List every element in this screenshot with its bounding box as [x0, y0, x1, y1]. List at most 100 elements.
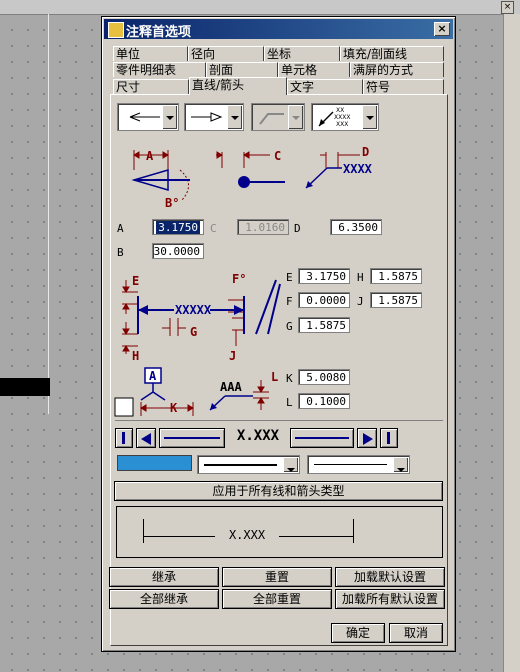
field-k-label: K [286, 372, 293, 385]
preview-extension-right [353, 519, 354, 543]
chevron-down-icon[interactable] [162, 105, 177, 129]
solid-line-icon [204, 464, 277, 466]
tab-radial[interactable]: 径向 [188, 46, 264, 61]
field-g-label: G [286, 320, 293, 333]
diagram-label-l: L [271, 370, 279, 384]
field-h-label: H [357, 271, 364, 284]
diagram-label-c: C [274, 149, 282, 163]
preview-box: X.XXX [116, 506, 443, 558]
field-l-label: L [286, 396, 293, 409]
diagram-label-d: D [362, 145, 370, 159]
line-icon [295, 437, 349, 439]
tab-text[interactable]: 文字 [287, 79, 363, 94]
app-icon [108, 22, 124, 38]
svg-text:XXXX: XXXX [334, 114, 350, 121]
tab-section[interactable]: 剖面 [206, 62, 278, 77]
background-top-strip [0, 0, 520, 15]
ok-button[interactable]: 确定 [331, 623, 385, 643]
field-e-input[interactable]: 3.1750 [298, 268, 350, 284]
field-c-label: C [210, 222, 217, 235]
svg-text:XXX: XXX [336, 121, 348, 128]
diagram-label-a: A [146, 149, 154, 163]
left-dimension-line-toggle[interactable] [159, 428, 225, 448]
dialog-title: 注释首选项 [126, 25, 192, 40]
field-h-input[interactable]: 1.5875 [370, 268, 422, 284]
field-k-input[interactable]: 5.0080 [298, 369, 350, 385]
chevron-down-icon[interactable] [362, 105, 377, 129]
arrowhead-dimension-diagram [131, 150, 360, 201]
left-arrow-icon [141, 433, 151, 445]
diagram-label-b: B° [165, 196, 180, 210]
apply-to-all-button[interactable]: 应用于所有线和箭头类型 [114, 481, 443, 501]
field-j-input[interactable]: 1.5875 [370, 292, 422, 308]
reset-button[interactable]: 重置 [222, 567, 332, 587]
extension-line-icon [122, 432, 125, 444]
leader-xxx-icon: XX XXXX XXX [318, 107, 350, 128]
left-arrow-toggle[interactable] [136, 428, 156, 448]
svg-text:XX: XX [336, 107, 344, 114]
right-dimension-line-toggle[interactable] [290, 428, 354, 448]
field-a-value: 3.1750 [156, 221, 200, 234]
field-d-input[interactable]: 6.3500 [330, 219, 382, 235]
diagram-xxxxx-text: XXXXX [175, 303, 212, 317]
tab-dimension[interactable]: 尺寸 [113, 79, 189, 94]
title-bar: 注释首选项 × [104, 19, 453, 40]
field-b-input[interactable]: 30.0000 [152, 243, 204, 259]
tab-symbol[interactable]: 符号 [363, 79, 444, 94]
diagram-aaa-text: AAA [220, 380, 242, 394]
background-close-icon[interactable]: × [501, 1, 514, 14]
line-width-dropdown[interactable] [307, 455, 410, 474]
field-a-input[interactable]: 3.1750 [152, 219, 204, 235]
leader-text-type-dropdown[interactable]: XX XXXX XXX [311, 103, 379, 131]
preview-extension-left [143, 519, 144, 543]
chevron-down-icon[interactable] [283, 457, 298, 472]
right-arrow-toggle[interactable] [357, 428, 377, 448]
text-offset-diagram [114, 367, 269, 417]
field-j-label: J [357, 295, 364, 308]
field-l-input[interactable]: 0.1000 [298, 393, 350, 409]
load-all-default-button[interactable]: 加载所有默认设置 [335, 589, 445, 609]
tab-line-arrow[interactable]: 直线/箭头 [189, 77, 287, 95]
diagram-xxxx-text: XXXX [343, 162, 372, 176]
left-arrow-type-dropdown[interactable] [117, 103, 179, 131]
cancel-button[interactable]: 取消 [389, 623, 443, 643]
diagram-label-k: K [170, 401, 178, 415]
tab-coordinate[interactable]: 坐标 [264, 46, 340, 61]
close-icon[interactable]: × [434, 22, 450, 36]
field-b-label: B [117, 246, 124, 259]
preview-dimension-text: X.XXX [228, 528, 266, 542]
diagram-label-g: G [190, 325, 198, 339]
field-a-label: A [117, 222, 124, 235]
field-g-input[interactable]: 1.5875 [298, 317, 350, 333]
thin-line-icon [314, 464, 387, 465]
diagram-label-f: F° [232, 272, 247, 286]
dimension-text-sample: X.XXX [236, 428, 280, 444]
reset-all-button[interactable]: 全部重置 [222, 589, 332, 609]
tab-cell[interactable]: 单元格 [278, 62, 350, 77]
left-extension-toggle[interactable] [115, 428, 133, 448]
inherit-all-button[interactable]: 全部继承 [109, 589, 219, 609]
field-f-input[interactable]: 0.0000 [298, 292, 350, 308]
chevron-down-icon[interactable] [227, 105, 242, 129]
diagram-box-a-label: A [149, 369, 157, 383]
right-arrow-icon [191, 112, 223, 122]
preview-line-left [143, 536, 215, 537]
tab-fill-hatch[interactable]: 填充/剖面线 [340, 46, 444, 61]
line-color-swatch[interactable] [117, 455, 192, 471]
tab-units[interactable]: 单位 [113, 46, 188, 61]
right-arrow-type-dropdown[interactable] [184, 103, 244, 131]
field-d-label: D [294, 222, 301, 235]
right-extension-toggle[interactable] [380, 428, 398, 448]
load-default-button[interactable]: 加载默认设置 [335, 567, 445, 587]
line-style-dropdown[interactable] [197, 455, 300, 474]
chevron-down-icon [288, 105, 303, 129]
line-icon [164, 437, 220, 439]
chevron-down-icon[interactable] [393, 457, 408, 472]
vertical-scrollbar[interactable] [503, 14, 520, 672]
field-e-label: E [286, 271, 293, 284]
inherit-button[interactable]: 继承 [109, 567, 219, 587]
field-f-label: F [286, 295, 293, 308]
tab-fit-method[interactable]: 满屏的方式 [350, 62, 444, 77]
preview-line-right [279, 536, 353, 537]
tab-parts-list[interactable]: 零件明细表 [113, 62, 206, 77]
